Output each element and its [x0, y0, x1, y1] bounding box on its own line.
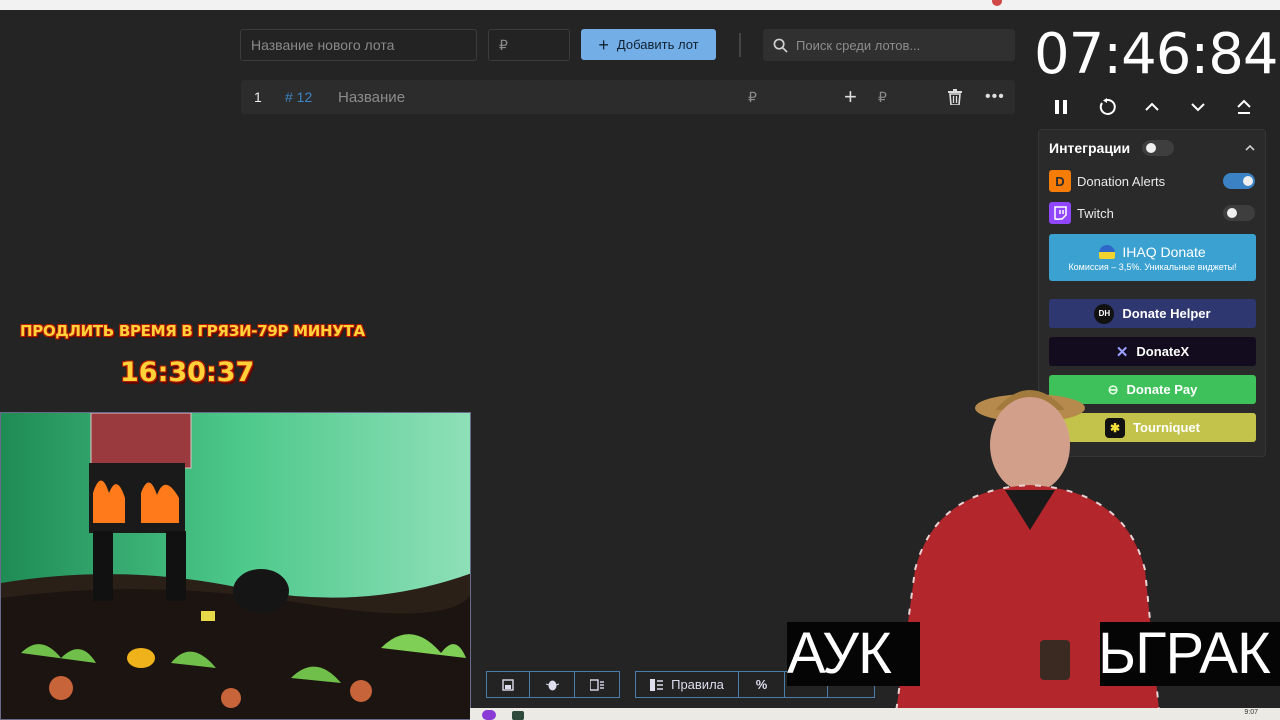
- taskbar-clock: 9:07: [1244, 709, 1258, 716]
- reset-timer-button[interactable]: [1092, 90, 1122, 124]
- decrease-time-button[interactable]: [1183, 90, 1213, 124]
- toolbar-divider: [739, 33, 741, 57]
- add-lot-button[interactable]: + Добавить лот: [581, 29, 716, 60]
- increase-time-button[interactable]: [1137, 90, 1167, 124]
- lot-search-input[interactable]: Поиск среди лотов...: [763, 29, 1015, 61]
- timer-controls: [1046, 90, 1261, 124]
- donatex-button[interactable]: ✕ DonateX: [1049, 337, 1256, 366]
- overlay-title: ПРОДЛИТЬ ВРЕМЯ В ГРЯЗИ-79Р МИНУТА: [20, 322, 365, 340]
- lot-name-input[interactable]: Название нового лота: [240, 29, 477, 61]
- chevron-up-icon: [1145, 102, 1159, 111]
- overlay-timer: 16:30:37: [120, 357, 255, 388]
- banner-right-text: ЬГРАК: [1098, 621, 1271, 686]
- bug-icon: [545, 680, 559, 691]
- clear-list-icon: [590, 679, 604, 691]
- search-placeholder: Поиск среди лотов...: [796, 37, 921, 53]
- ihaq-subtitle: Комиссия – 3,5%. Уникальные виджеты!: [1068, 261, 1237, 272]
- search-icon: [773, 38, 788, 53]
- ihaq-logo-icon: [1099, 244, 1116, 259]
- browser-top-strip: [0, 0, 1280, 10]
- auction-timer: 07:46:84: [1034, 22, 1279, 87]
- lot-more-button[interactable]: •••: [985, 80, 1005, 114]
- x-icon: ✕: [1115, 343, 1129, 361]
- clear-lots-button[interactable]: [574, 671, 620, 698]
- twitch-toggle[interactable]: [1223, 205, 1255, 221]
- percent-button[interactable]: %: [738, 671, 785, 698]
- pause-icon: [1055, 100, 1067, 114]
- add-lot-label: Добавить лот: [616, 37, 699, 52]
- rules-icon: [650, 678, 664, 691]
- donate-helper-label: Donate Helper: [1122, 306, 1211, 321]
- pause-button[interactable]: [1046, 90, 1076, 124]
- lot-amount-field[interactable]: ₽: [748, 80, 757, 114]
- rules-button[interactable]: Правила: [635, 671, 739, 698]
- dh-icon: DH: [1094, 303, 1115, 324]
- os-taskbar: 9:07: [470, 708, 1280, 720]
- donation-alerts-toggle[interactable]: [1223, 173, 1255, 189]
- add-amount-field[interactable]: ₽: [878, 80, 887, 114]
- taskbar-app-icon[interactable]: [482, 710, 496, 720]
- lot-name-field[interactable]: Название: [338, 80, 405, 114]
- add-amount-button[interactable]: +: [844, 80, 857, 114]
- donate-helper-button[interactable]: DH Donate Helper: [1049, 299, 1256, 328]
- reset-icon: [1099, 98, 1116, 115]
- double-chevron-up-icon: [1237, 99, 1251, 114]
- double-increase-button[interactable]: [1229, 90, 1259, 124]
- banner-left-text: АУК: [787, 621, 892, 686]
- plus-icon: +: [598, 34, 609, 55]
- trash-icon: [948, 89, 962, 105]
- stream-video: [0, 412, 471, 720]
- lot-price-input[interactable]: ₽: [488, 29, 570, 61]
- collapse-icon[interactable]: [1245, 144, 1255, 152]
- twitch-icon: [1049, 202, 1071, 224]
- save-icon: [502, 678, 514, 691]
- recording-indicator-icon: [992, 0, 1002, 6]
- lot-index: 1: [254, 89, 262, 105]
- integrations-title: Интеграции: [1049, 140, 1131, 156]
- twitch-label: Twitch: [1077, 205, 1114, 221]
- lot-row: 1 # 12 Название ₽ + ₽ •••: [241, 80, 1015, 114]
- lot-id: # 12: [285, 89, 313, 105]
- chevron-down-icon: [1191, 103, 1205, 112]
- donation-alerts-icon: D: [1049, 170, 1071, 192]
- delete-lot-button[interactable]: [948, 80, 962, 114]
- bug-report-button[interactable]: [529, 671, 575, 698]
- taskbar-app-icon-2[interactable]: [512, 711, 524, 720]
- donatex-label: DonateX: [1136, 344, 1190, 359]
- video-scene-illustration: [1, 413, 470, 719]
- ihaq-title: IHAQ Donate: [1122, 243, 1206, 260]
- donation-alerts-label: Donation Alerts: [1077, 173, 1166, 189]
- rules-label: Правила: [671, 677, 724, 692]
- save-button[interactable]: [486, 671, 530, 698]
- ihaq-donate-card[interactable]: IHAQ Donate Комиссия – 3,5%. Уникальные …: [1049, 234, 1256, 281]
- integrations-toggle[interactable]: [1142, 140, 1174, 156]
